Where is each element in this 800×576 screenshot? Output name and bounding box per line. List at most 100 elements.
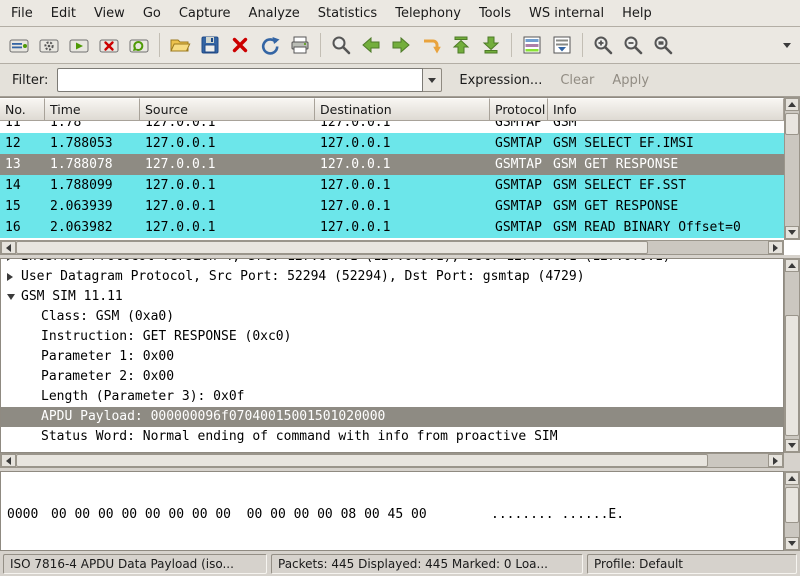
scroll-right-button[interactable]: [768, 241, 783, 254]
detail-line-ip[interactable]: Internet Protocol Version 4, Src: 127.0.…: [1, 258, 783, 267]
menu-capture[interactable]: Capture: [170, 2, 240, 25]
find-packet-button[interactable]: [326, 30, 356, 60]
colorize-button[interactable]: [517, 30, 547, 60]
print-button[interactable]: [285, 30, 315, 60]
detail-line-length[interactable]: Length (Parameter 3): 0x0f: [1, 387, 783, 407]
menu-telephony[interactable]: Telephony: [386, 2, 470, 25]
go-back-button[interactable]: [356, 30, 386, 60]
profile-status[interactable]: Profile: Default: [587, 554, 797, 574]
scroll-down-button[interactable]: [785, 439, 799, 452]
details-hscrollbar[interactable]: [0, 453, 784, 468]
menu-edit[interactable]: Edit: [42, 2, 85, 25]
toolbar-separator: [320, 33, 321, 57]
scrollbar-thumb[interactable]: [785, 315, 799, 435]
column-header-protocol[interactable]: Protocol: [490, 98, 548, 121]
expression-button[interactable]: Expression...: [450, 69, 551, 92]
scrollbar-trough[interactable]: [16, 454, 768, 467]
column-header-destination[interactable]: Destination: [315, 98, 490, 121]
scrollbar-thumb[interactable]: [16, 454, 708, 467]
scrollbar-thumb[interactable]: [785, 113, 799, 135]
scrollbar-trough[interactable]: [785, 111, 799, 226]
menu-view[interactable]: View: [85, 2, 134, 25]
packet-list-vscrollbar[interactable]: [784, 97, 800, 240]
expander-expanded-icon[interactable]: [7, 294, 15, 300]
column-header-info[interactable]: Info: [548, 98, 784, 121]
cell-source: 127.0.0.1: [140, 121, 315, 133]
expander-collapsed-icon[interactable]: [7, 273, 13, 281]
menu-go[interactable]: Go: [134, 2, 170, 25]
zoom-in-icon: [592, 34, 614, 56]
zoom-out-button[interactable]: [618, 30, 648, 60]
scrollbar-trough[interactable]: [785, 485, 799, 537]
scroll-up-button[interactable]: [785, 98, 799, 111]
scroll-right-button[interactable]: [768, 454, 783, 467]
packet-list-hscrollbar[interactable]: [0, 240, 784, 255]
column-header-source[interactable]: Source: [140, 98, 315, 121]
reload-button[interactable]: [255, 30, 285, 60]
hex-ascii[interactable]: ........ ......E.: [491, 507, 624, 522]
zoom-in-button[interactable]: [588, 30, 618, 60]
column-header-no[interactable]: No.: [0, 98, 45, 121]
packet-row-16[interactable]: 16 2.063982 127.0.0.1 127.0.0.1 GSMTAP G…: [0, 217, 784, 238]
packet-row-14[interactable]: 14 1.788099 127.0.0.1 127.0.0.1 GSMTAP G…: [0, 175, 784, 196]
packet-row-13-selected[interactable]: 13 1.788078 127.0.0.1 127.0.0.1 GSMTAP G…: [0, 154, 784, 175]
packet-row-15[interactable]: 15 2.063939 127.0.0.1 127.0.0.1 GSMTAP G…: [0, 196, 784, 217]
hex-offset: 0000: [7, 506, 51, 523]
menu-ws-internal[interactable]: WS internal: [520, 2, 613, 25]
scroll-left-button[interactable]: [1, 454, 16, 467]
list-capture-interfaces-button[interactable]: [4, 30, 34, 60]
capture-options-button[interactable]: [34, 30, 64, 60]
go-to-top-button[interactable]: [446, 30, 476, 60]
filter-button[interactable]: Filter:: [5, 70, 55, 91]
scrollbar-trough[interactable]: [785, 272, 799, 439]
zoom-100-button[interactable]: [648, 30, 678, 60]
detail-line-udp[interactable]: User Datagram Protocol, Src Port: 52294 …: [1, 267, 783, 287]
clear-button[interactable]: Clear: [551, 69, 603, 92]
auto-scroll-button[interactable]: [547, 30, 577, 60]
go-to-packet-button[interactable]: [416, 30, 446, 60]
scroll-down-button[interactable]: [785, 226, 799, 239]
scrollbar-trough[interactable]: [16, 241, 768, 254]
scroll-down-button[interactable]: [785, 537, 799, 550]
packet-row-12[interactable]: 12 1.788053 127.0.0.1 127.0.0.1 GSMTAP G…: [0, 133, 784, 154]
go-forward-button[interactable]: [386, 30, 416, 60]
menu-file[interactable]: File: [2, 2, 42, 25]
start-capture-button[interactable]: [64, 30, 94, 60]
scroll-up-button[interactable]: [785, 259, 799, 272]
go-to-bottom-button[interactable]: [476, 30, 506, 60]
detail-line-status-word[interactable]: Status Word: Normal ending of command wi…: [1, 427, 783, 447]
menu-tools[interactable]: Tools: [470, 2, 520, 25]
detail-line-apdu-payload-selected[interactable]: APDU Payload: 000000096f0704001500150102…: [1, 407, 783, 427]
menu-statistics[interactable]: Statistics: [309, 2, 386, 25]
stop-capture-button[interactable]: [94, 30, 124, 60]
close-file-button[interactable]: [225, 30, 255, 60]
detail-line-class[interactable]: Class: GSM (0xa0): [1, 307, 783, 327]
detail-line-instruction[interactable]: Instruction: GET RESPONSE (0xc0): [1, 327, 783, 347]
hex-bytes[interactable]: 00 00 00 00 00 00 00 00 00 00 00 00 08 0…: [51, 506, 491, 523]
packet-row-11[interactable]: 11 1.78 127.0.0.1 127.0.0.1 GSMTAP GSM: [0, 121, 784, 133]
open-file-button[interactable]: [165, 30, 195, 60]
restart-capture-button[interactable]: [124, 30, 154, 60]
detail-line-gsm-sim[interactable]: GSM SIM 11.11: [1, 287, 783, 307]
column-header-time[interactable]: Time: [45, 98, 140, 121]
detail-line-parameter2[interactable]: Parameter 2: 0x00: [1, 367, 783, 387]
filter-dropdown-button[interactable]: [423, 68, 442, 92]
scroll-up-button[interactable]: [785, 472, 799, 485]
menu-help[interactable]: Help: [613, 2, 661, 25]
scrollbar-thumb[interactable]: [16, 241, 648, 254]
detail-text: Instruction: GET RESPONSE (0xc0): [41, 327, 291, 347]
hex-row[interactable]: 000000 00 00 00 00 00 00 00 00 00 00 00 …: [7, 506, 783, 523]
apply-button[interactable]: Apply: [603, 69, 658, 92]
detail-line-parameter1[interactable]: Parameter 1: 0x00: [1, 347, 783, 367]
menu-analyze[interactable]: Analyze: [240, 2, 309, 25]
details-vscrollbar[interactable]: [784, 258, 800, 453]
save-file-button[interactable]: [195, 30, 225, 60]
arrow-left-icon: [6, 457, 11, 465]
expander-collapsed-icon[interactable]: [7, 258, 13, 261]
cell-info: GSM: [548, 121, 784, 133]
toolbar-overflow-button[interactable]: [778, 32, 796, 58]
hex-vscrollbar[interactable]: [784, 471, 800, 551]
scrollbar-thumb[interactable]: [785, 487, 799, 523]
filter-input[interactable]: [57, 68, 423, 92]
scroll-left-button[interactable]: [1, 241, 16, 254]
